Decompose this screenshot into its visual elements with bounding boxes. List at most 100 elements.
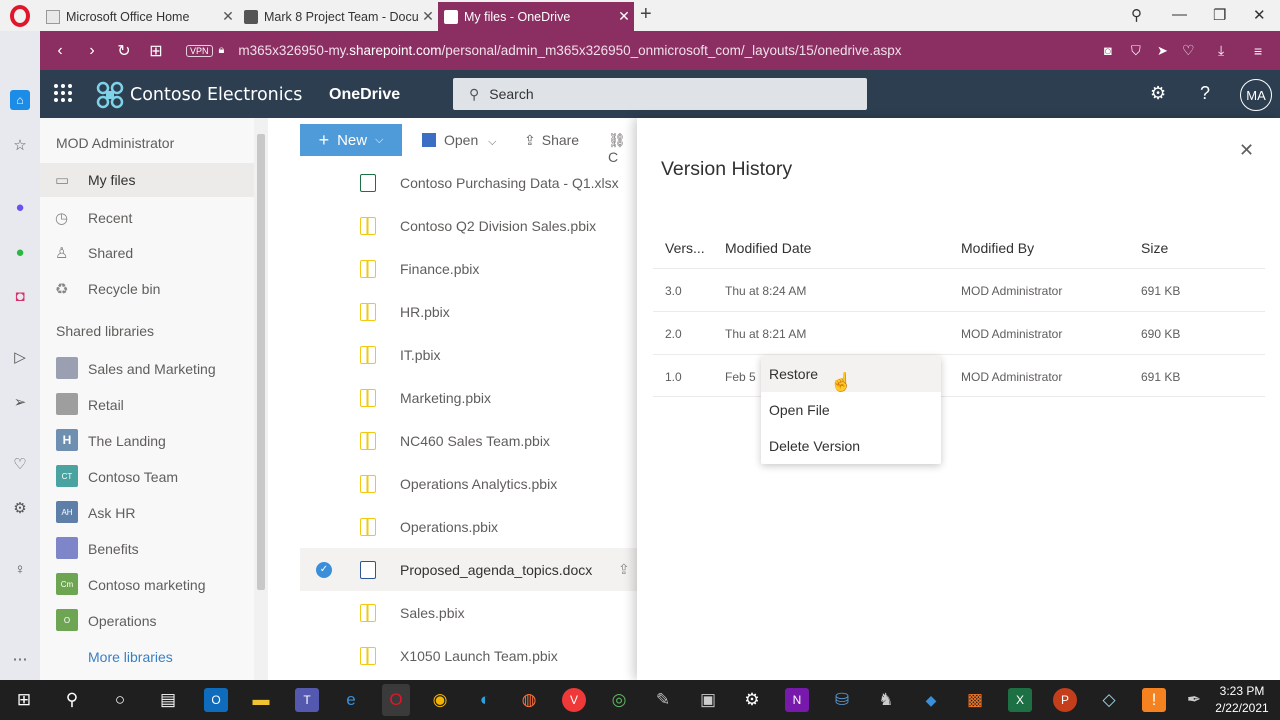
close-tab-icon[interactable]: ✕ xyxy=(614,8,634,25)
onenote-icon[interactable]: N xyxy=(785,688,809,712)
bookmark-icon[interactable]: ☆ xyxy=(10,135,30,155)
app-icon[interactable]: ♞ xyxy=(874,688,898,712)
tablet-icon[interactable]: ◇ xyxy=(1097,688,1121,712)
player-icon[interactable]: ▷ xyxy=(10,347,30,367)
version-row[interactable]: 2.0 Thu at 8:21 AM MOD Administrator 690… xyxy=(653,311,1265,354)
version-row[interactable]: 1.0 Feb 5 MOD Administrator 691 KB xyxy=(653,354,1265,397)
chrome-icon[interactable]: ◉ xyxy=(428,688,452,712)
open-button[interactable]: Open ⌵ xyxy=(422,132,496,149)
vpn-badge[interactable]: VPN xyxy=(186,44,213,57)
internet-explorer-icon[interactable]: e xyxy=(339,688,363,712)
delete-version-menu-item[interactable]: Delete Version xyxy=(761,428,941,464)
file-row[interactable]: Contoso Purchasing Data - Q1.xlsx xyxy=(300,161,637,204)
open-file-menu-item[interactable]: Open File xyxy=(761,392,941,428)
settings-icon[interactable]: ⚙ xyxy=(10,498,30,518)
nav-recent[interactable]: ◷ Recent xyxy=(40,201,254,235)
search-box[interactable]: ⚲ Search xyxy=(453,78,867,110)
version-date[interactable]: Thu at 8:24 AM xyxy=(725,284,806,298)
maximize-icon[interactable]: ❐ xyxy=(1213,6,1226,24)
help-icon[interactable]: ? xyxy=(1200,83,1210,104)
paint-icon[interactable]: ✎ xyxy=(651,688,675,712)
file-row[interactable]: Operations Analytics.pbix xyxy=(300,462,637,505)
column-header-modified-by[interactable]: Modified By xyxy=(961,240,1034,256)
file-name[interactable]: NC460 Sales Team.pbix xyxy=(400,433,550,449)
file-name[interactable]: Marketing.pbix xyxy=(400,390,491,406)
powerpoint-icon[interactable]: P xyxy=(1053,688,1077,712)
outlook-icon[interactable]: O xyxy=(204,688,228,712)
search-icon[interactable]: ⚲ xyxy=(60,688,84,712)
tab-office-home[interactable]: Microsoft Office Home ✕ xyxy=(40,2,238,31)
windows-start-icon[interactable]: ⊞ xyxy=(12,688,36,712)
firefox-icon[interactable]: ◍ xyxy=(517,688,541,712)
bulb-icon[interactable]: ♀ xyxy=(10,559,30,579)
file-name[interactable]: Operations Analytics.pbix xyxy=(400,476,557,492)
forward-icon[interactable]: › xyxy=(76,42,108,60)
checkmark-icon[interactable]: ✓ xyxy=(316,561,332,578)
close-tab-icon[interactable]: ✕ xyxy=(218,8,238,25)
globe-icon[interactable]: ◎ xyxy=(607,688,631,712)
reload-icon[interactable]: ↻ xyxy=(108,41,140,61)
url-field[interactable]: m365x326950-my.sharepoint.com/personal/a… xyxy=(238,43,901,58)
column-header-size[interactable]: Size xyxy=(1141,240,1168,256)
app-launcher-icon[interactable] xyxy=(54,84,72,102)
file-name[interactable]: Sales.pbix xyxy=(400,605,465,621)
shield-icon[interactable]: ⛉ xyxy=(1131,43,1141,59)
pen-icon[interactable]: ✒ xyxy=(1182,688,1206,712)
monitor-icon[interactable]: ▣ xyxy=(696,688,720,712)
close-tab-icon[interactable]: ✕ xyxy=(418,8,438,25)
system-clock[interactable]: 3:23 PM 2/22/2021 xyxy=(1212,683,1272,717)
tiles-icon[interactable]: ⊞ xyxy=(140,41,172,61)
file-row[interactable]: HR.pbix xyxy=(300,290,637,333)
edge-icon[interactable]: ◐ xyxy=(473,688,497,712)
file-name[interactable]: Contoso Q2 Division Sales.pbix xyxy=(400,218,596,234)
vscode-icon[interactable]: ◆ xyxy=(919,688,943,712)
share-icon[interactable]: ⇪ xyxy=(618,561,630,578)
opera-logo-icon[interactable] xyxy=(10,5,30,27)
version-date[interactable]: Feb 5 xyxy=(725,370,756,384)
new-button[interactable]: + New ⌵ xyxy=(300,124,402,156)
more-icon[interactable]: ⋯ xyxy=(10,649,30,669)
file-row[interactable]: Finance.pbix xyxy=(300,247,637,290)
send-icon[interactable]: ➤ xyxy=(1157,43,1168,59)
file-name[interactable]: IT.pbix xyxy=(400,347,440,363)
vivaldi-icon[interactable]: V xyxy=(562,688,586,712)
nav-recycle-bin[interactable]: ♻ Recycle bin xyxy=(40,272,254,306)
favorites-icon[interactable]: ♡ xyxy=(10,454,30,474)
column-header-modified-date[interactable]: Modified Date xyxy=(725,240,811,256)
file-row[interactable]: ✓ Proposed_agenda_topics.docx ⇪ xyxy=(300,548,637,591)
task-view-icon[interactable]: ▤ xyxy=(156,688,180,712)
file-row[interactable]: Contoso Q2 Division Sales.pbix xyxy=(300,204,637,247)
menu-icon[interactable]: ≡ xyxy=(1254,43,1262,59)
tab-project-team[interactable]: Mark 8 Project Team - Docu ✕ xyxy=(238,2,438,31)
whatsapp-icon[interactable]: ● xyxy=(10,242,30,262)
share-button[interactable]: ⇪ Share xyxy=(524,132,579,149)
file-name[interactable]: Contoso Purchasing Data - Q1.xlsx xyxy=(400,175,619,191)
excel-icon[interactable]: X xyxy=(1008,688,1032,712)
opera-icon[interactable]: O xyxy=(382,684,410,716)
home-icon[interactable]: ⌂ xyxy=(10,90,30,110)
file-name[interactable]: Proposed_agenda_topics.docx xyxy=(400,562,592,578)
teams-icon[interactable]: T xyxy=(295,688,319,712)
file-row[interactable]: Operations.pbix xyxy=(300,505,637,548)
heart-icon[interactable]: ♡ xyxy=(1182,42,1195,59)
nav-my-files[interactable]: ▭ My files xyxy=(40,163,254,197)
file-row[interactable]: NC460 Sales Team.pbix xyxy=(300,419,637,462)
cortana-icon[interactable]: ○ xyxy=(108,688,132,712)
avatar[interactable]: MA xyxy=(1240,79,1272,111)
file-row[interactable]: Sales.pbix xyxy=(300,591,637,634)
back-icon[interactable]: ‹ xyxy=(44,42,76,60)
version-date[interactable]: Thu at 8:21 AM xyxy=(725,327,806,341)
camera-icon[interactable]: ◙ xyxy=(1104,43,1112,58)
column-header-version[interactable]: Vers... xyxy=(665,240,705,256)
download-icon[interactable]: ⤓ xyxy=(1218,42,1224,59)
search-tabs-icon[interactable]: ⚲ xyxy=(1131,6,1142,24)
file-name[interactable]: Finance.pbix xyxy=(400,261,479,277)
file-row[interactable]: IT.pbix xyxy=(300,333,637,376)
brand-name[interactable]: Contoso Electronics xyxy=(130,85,302,105)
file-name[interactable]: HR.pbix xyxy=(400,304,450,320)
file-row[interactable]: Marketing.pbix xyxy=(300,376,637,419)
more-libraries-link[interactable]: More libraries xyxy=(88,649,173,665)
close-window-icon[interactable]: ✕ xyxy=(1253,6,1266,24)
flow-icon[interactable]: ➢ xyxy=(10,392,30,412)
file-explorer-icon[interactable]: ▬ xyxy=(249,688,273,712)
